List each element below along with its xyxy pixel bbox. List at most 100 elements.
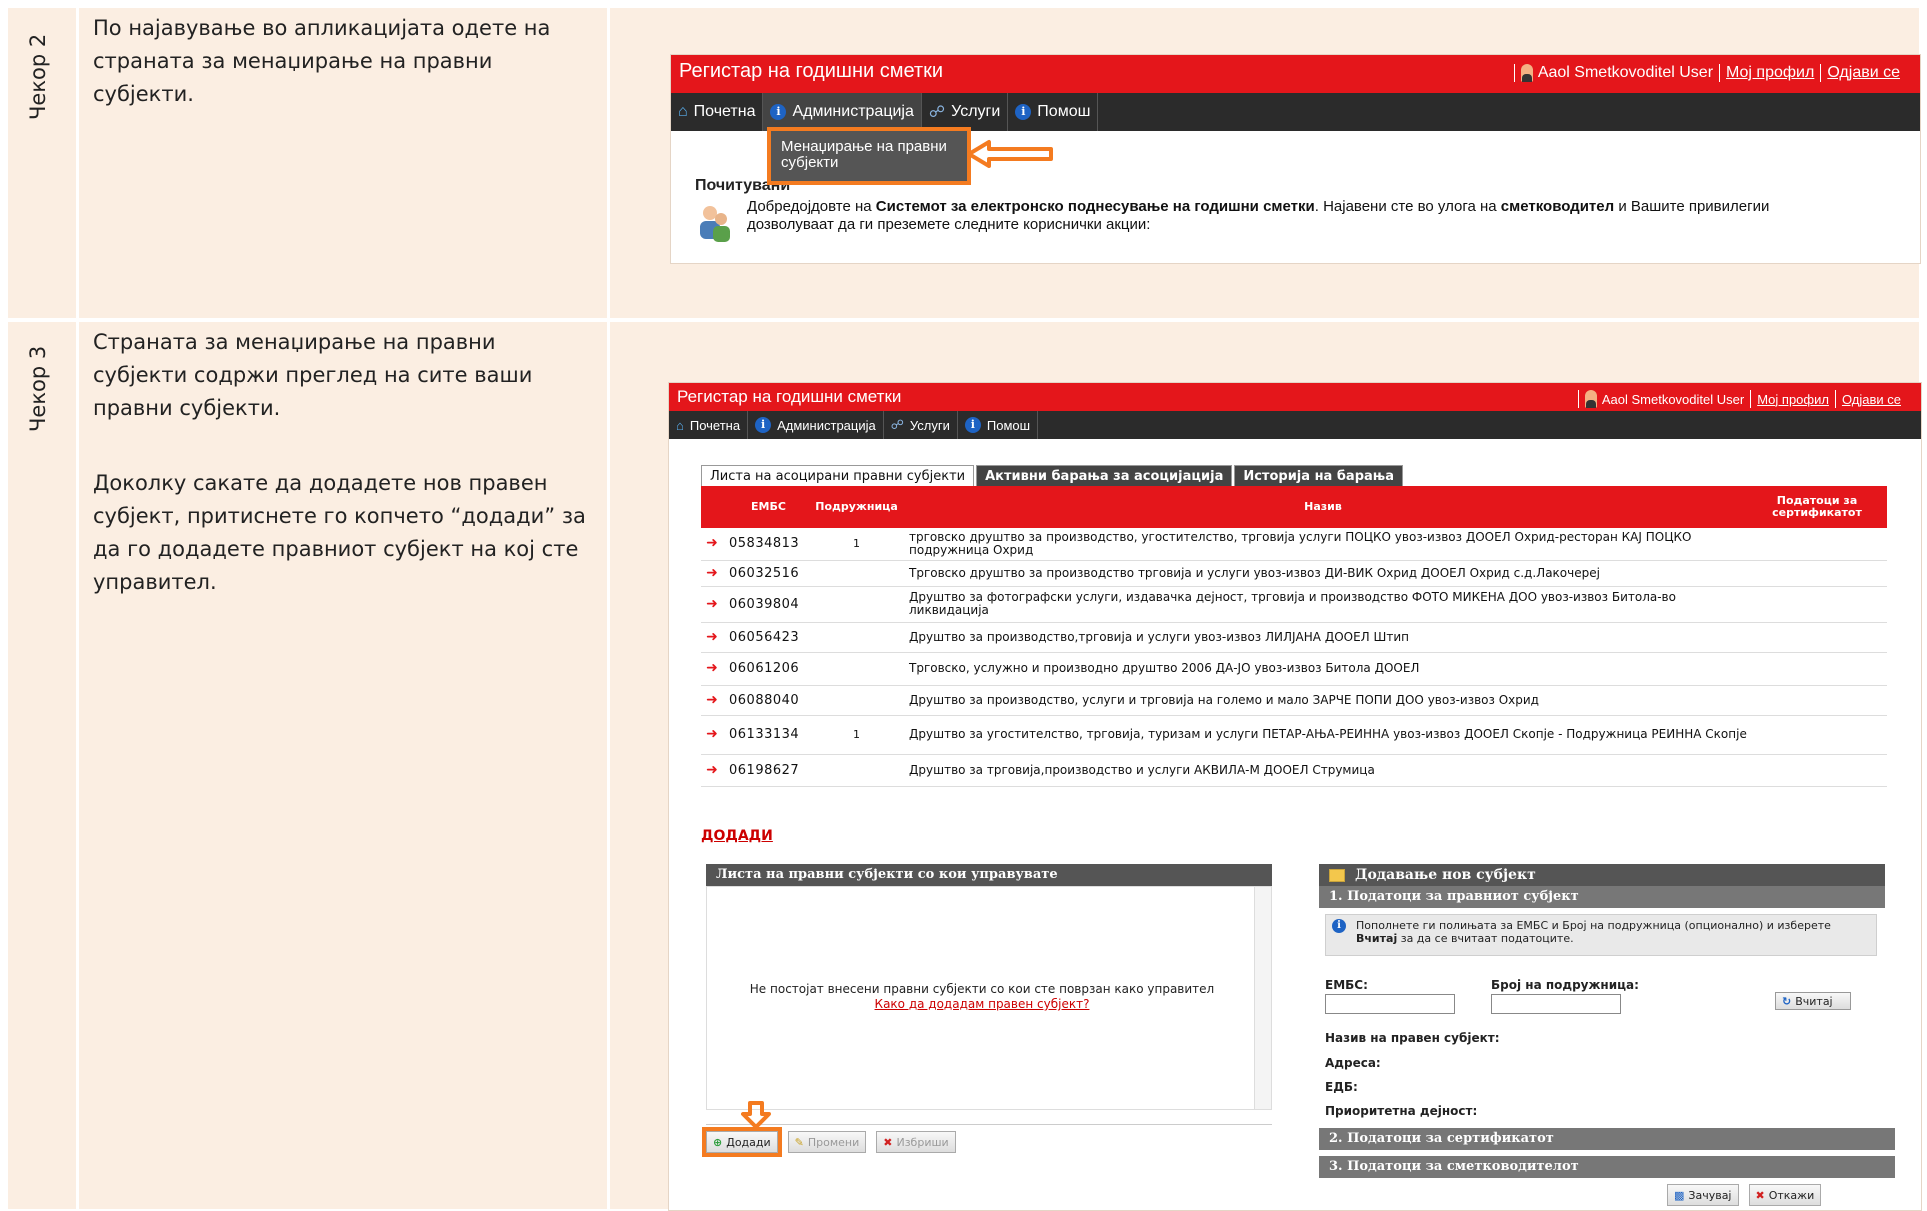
button-bar: ⊕ Додади ✎ Промени ✖ Избриши xyxy=(702,1124,1272,1157)
profile-link[interactable]: Мој профил xyxy=(1726,64,1814,82)
plus-icon: ⊕ xyxy=(713,1135,723,1149)
step-label-cell: Чекор 2 xyxy=(8,8,79,318)
table-row[interactable]: ➜ 06032516 Трговско друштво за производств… xyxy=(701,560,1887,587)
user-name: Aaol Smetkovoditel User xyxy=(1601,391,1745,407)
row-arrow-icon: ➜ xyxy=(701,685,723,716)
table-row[interactable]: ➜ 06039804 Друштво за фотографски услуги, … xyxy=(701,586,1887,623)
table-row[interactable]: ➜ 06133134 1 Друштво за угостителство, трго… xyxy=(701,715,1887,755)
branch-number-input[interactable] xyxy=(1491,994,1621,1014)
add-button[interactable]: ⊕ Додади xyxy=(702,1127,782,1157)
step-label: Чекор 3 xyxy=(26,345,50,432)
cancel-x-icon: ✖ xyxy=(1755,1188,1765,1202)
user-icon xyxy=(1584,390,1597,408)
activity-label: Приоритетна дејност: xyxy=(1325,1104,1478,1118)
refresh-icon: ↻ xyxy=(1782,994,1792,1008)
row-arrow-icon: ➜ xyxy=(701,715,723,755)
table-row[interactable]: ➜ 06061206 Трговско, услужно и производно … xyxy=(701,652,1887,686)
app-header: Регистар на годишни сметки Aaol Smetkovo… xyxy=(671,55,1920,93)
nav-help[interactable]: i Помош xyxy=(958,411,1039,439)
row-arrow-icon: ➜ xyxy=(701,528,723,561)
info-icon: i xyxy=(1332,919,1346,933)
user-area: Aaol Smetkovoditel User Мој профил Одјав… xyxy=(1572,390,1901,408)
highlight-arrow-down-icon xyxy=(741,1101,771,1129)
column-header: Податоци за сертификатот xyxy=(1747,486,1887,528)
pencil-icon: ✎ xyxy=(794,1135,804,1149)
table-row[interactable]: ➜ 05834813 1 трговско друштво за производст… xyxy=(701,528,1887,561)
edit-button[interactable]: ✎ Промени xyxy=(787,1131,867,1153)
step-description-cell: Страната за менаџирање на правни субјект… xyxy=(79,322,610,1209)
edb-label: ЕДБ: xyxy=(1325,1080,1358,1094)
row-arrow-icon: ➜ xyxy=(701,586,723,623)
folder-icon xyxy=(1329,868,1345,882)
row-arrow-icon: ➜ xyxy=(701,622,723,653)
home-icon: ⌂ xyxy=(678,103,688,120)
nav-home[interactable]: ⌂ Почетна xyxy=(669,411,749,439)
cancel-button[interactable]: ✖ Откажи xyxy=(1748,1184,1822,1206)
app-title: Регистар на годишни сметки xyxy=(677,387,902,406)
nav-services[interactable]: ☍ Услуги xyxy=(922,93,1009,131)
tab-request-history[interactable]: Историја на барања xyxy=(1234,465,1403,488)
step-2-row: Чекор 2 По најавување во апликацијата од… xyxy=(8,8,1921,318)
info-icon: i xyxy=(755,417,772,433)
delete-button[interactable]: ✖ Избриши xyxy=(876,1131,956,1153)
panel-list: Не постојат внесени правни субјекти со к… xyxy=(706,886,1272,1110)
user-name: Aaol Smetkovoditel User xyxy=(1537,64,1714,81)
nav-home[interactable]: ⌂ Почетна xyxy=(671,93,764,131)
panel-title: Листа на правни субјекти со кои управува… xyxy=(706,864,1272,886)
add-link[interactable]: ДОДАДИ xyxy=(701,828,773,844)
services-icon: ☍ xyxy=(928,104,946,121)
section-accountant-data[interactable]: 3. Податоци за сметководителот xyxy=(1319,1156,1895,1178)
floppy-icon: ▩ xyxy=(1674,1188,1685,1202)
address-label: Адреса: xyxy=(1325,1056,1381,1070)
section-certificate-data[interactable]: 2. Податоци за сертификатот xyxy=(1319,1128,1895,1150)
entity-name-label: Назив на правен субјект: xyxy=(1325,1031,1500,1045)
app-screenshot: Регистар на годишни сметки Aaol Smetkovo… xyxy=(670,54,1921,264)
entities-table: ЕМБС Подружница Назив Податоци за сертиф… xyxy=(701,486,1887,787)
info-icon: i xyxy=(770,104,787,120)
welcome-text: Добредојдовте на Системот за електронско… xyxy=(747,198,1770,233)
step-screenshot-cell: Регистар на годишни сметки Aaol Smetkovo… xyxy=(610,322,1922,1211)
managed-entities-panel: Листа на правни субјекти со кои управува… xyxy=(702,864,1272,1168)
branch-number-label: Број на подружница: xyxy=(1491,978,1639,992)
save-button[interactable]: ▩ Зачувај xyxy=(1667,1184,1739,1206)
step-description-add: Доколку сакате да додадете нов правен су… xyxy=(93,471,586,594)
help-link[interactable]: Како да додадам правен субјект? xyxy=(875,997,1090,1011)
main-nav: ⌂ Почетна i Администрација ☍ Услуги i Помош xyxy=(671,93,1920,131)
step-description: Страната за менаџирање на правни субјект… xyxy=(93,330,533,420)
app-screenshot: Регистар на годишни сметки Aaol Smetkovo… xyxy=(668,382,1922,1211)
row-arrow-icon: ➜ xyxy=(701,560,723,587)
nav-administration[interactable]: i Администрација xyxy=(763,93,922,131)
embs-input[interactable] xyxy=(1325,994,1455,1014)
column-header: ЕМБС xyxy=(723,486,814,528)
main-nav: ⌂ Почетна i Администрација ☍ Услуги i Помош xyxy=(669,411,1921,439)
nav-help[interactable]: i Помош xyxy=(1008,93,1099,131)
app-title: Регистар на годишни сметки xyxy=(679,60,944,82)
home-icon: ⌂ xyxy=(676,417,684,433)
table-row[interactable]: ➜ 06088040 Друштво за производство, услуги… xyxy=(701,685,1887,716)
row-arrow-icon: ➜ xyxy=(701,652,723,686)
tab-bar: Листа на асоцирани правни субјекти Актив… xyxy=(701,465,1405,488)
column-header: Подружница xyxy=(814,486,899,528)
services-icon: ☍ xyxy=(890,417,904,432)
form-actions: ▩ Зачувај ✖ Откажи xyxy=(1667,1184,1831,1206)
step-description-cell: По најавување во апликацијата одете на с… xyxy=(79,8,610,318)
column-header: Назив xyxy=(899,486,1747,528)
user-icon xyxy=(1520,64,1533,82)
empty-message: Не постојат внесени правни субјекти со к… xyxy=(749,982,1215,996)
load-button[interactable]: ↻ Вчитај xyxy=(1775,992,1851,1010)
nav-services[interactable]: ☍ Услуги xyxy=(884,411,958,439)
section-entity-data[interactable]: 1. Податоци за правниот субјект xyxy=(1319,886,1885,908)
step-description: По најавување во апликацијата одете на с… xyxy=(93,16,551,106)
table-row[interactable]: ➜ 06056423 Друштво за производство,трговиј… xyxy=(701,622,1887,653)
logout-link[interactable]: Одјави се xyxy=(1842,392,1901,407)
logout-link[interactable]: Одјави се xyxy=(1827,64,1900,82)
nav-administration[interactable]: i Администрација xyxy=(748,411,884,439)
table-row[interactable]: ➜ 06198627 Друштво за трговија,производств… xyxy=(701,754,1887,787)
tab-associated-entities[interactable]: Листа на асоцирани правни субјекти xyxy=(701,465,975,488)
tab-active-requests[interactable]: Активни барања за асоцијација xyxy=(976,465,1233,488)
add-entity-panel: Додавање нов субјект 1. Податоци за прав… xyxy=(1319,864,1895,1210)
info-box: i Пополнете ги полињата за ЕМБС и Број н… xyxy=(1325,914,1877,956)
dropdown-menu-item-manage-entities[interactable]: Менаџирање на правни субјекти xyxy=(767,127,971,185)
profile-link[interactable]: Мој профил xyxy=(1757,392,1829,407)
user-area: Aaol Smetkovoditel User Мој профил Одјав… xyxy=(1508,64,1900,82)
